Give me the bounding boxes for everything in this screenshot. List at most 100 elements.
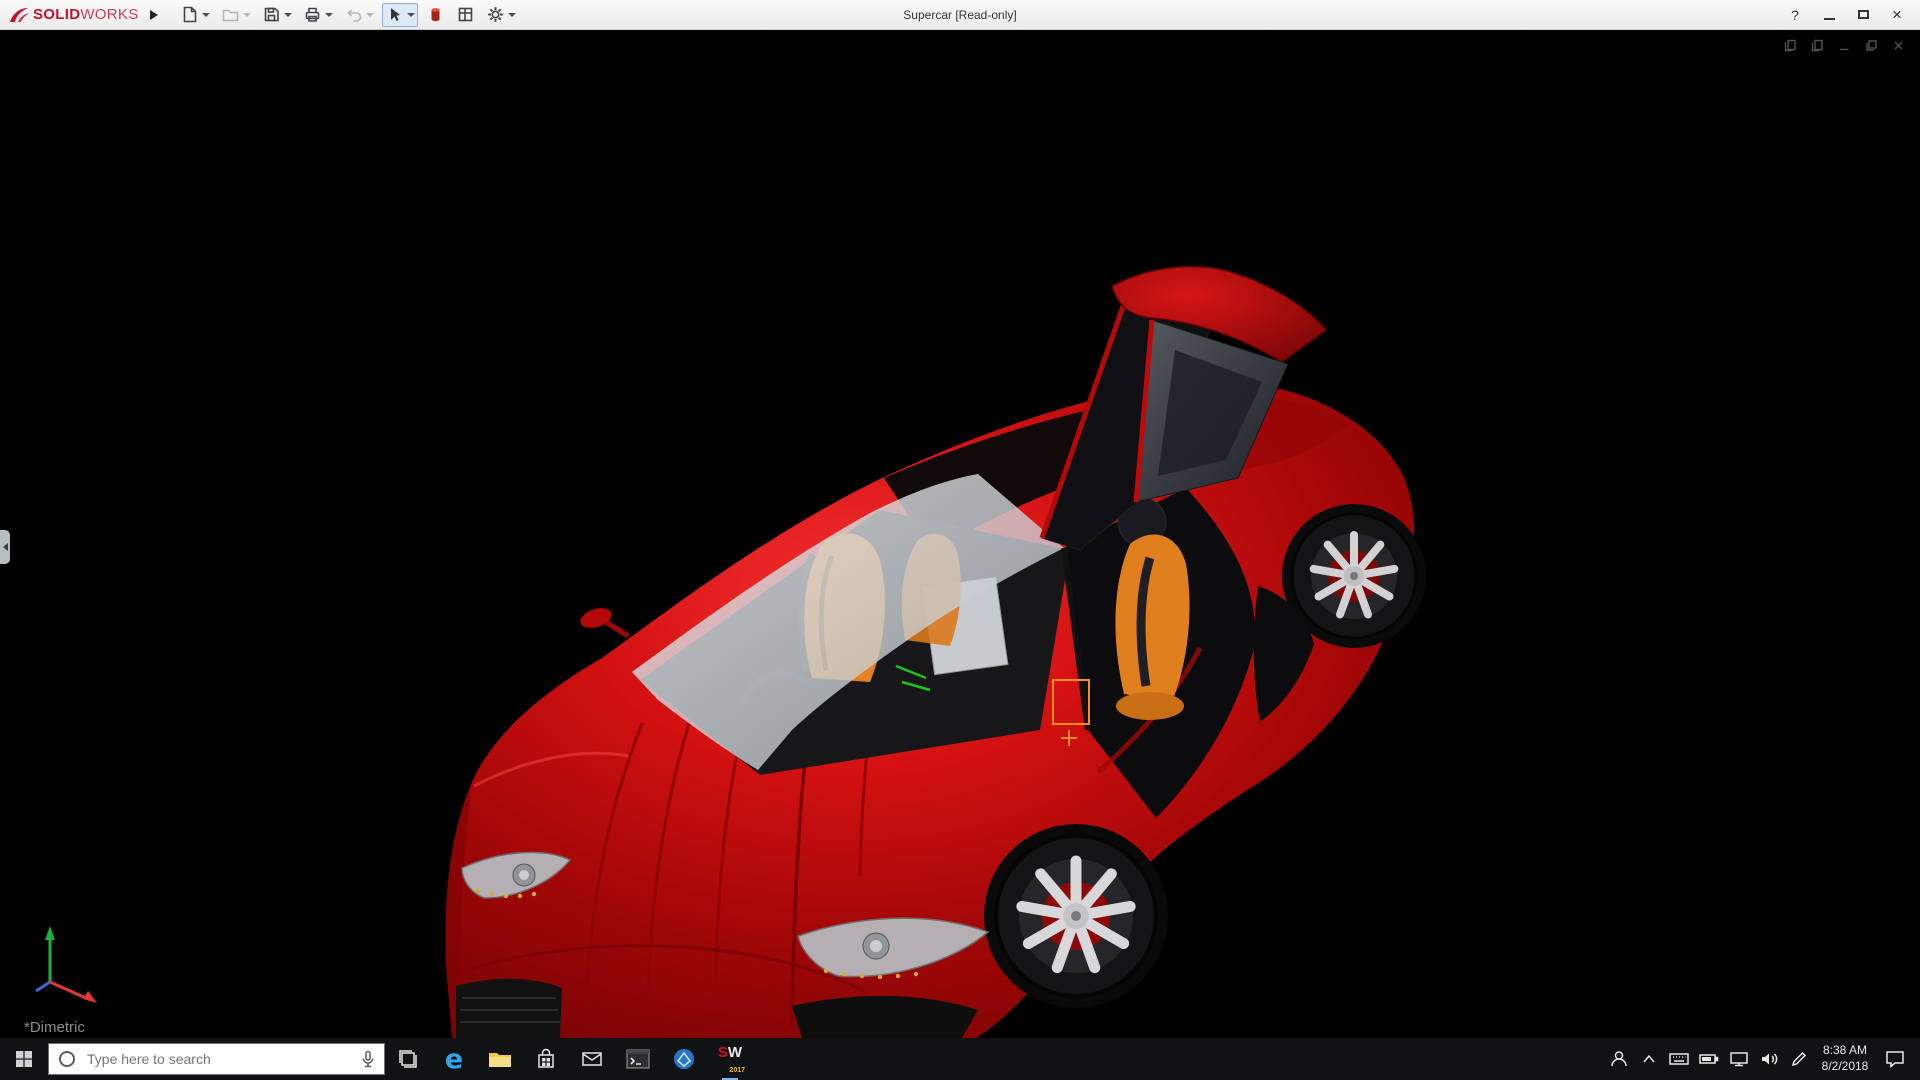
- dropdown-caret-icon: [407, 13, 415, 17]
- pen-button[interactable]: [1784, 1038, 1814, 1080]
- hidden-icons-button[interactable]: [1634, 1038, 1664, 1080]
- store-button[interactable]: [523, 1038, 569, 1080]
- edge-button[interactable]: e: [431, 1038, 477, 1080]
- print-icon: [303, 5, 322, 24]
- cortana-icon: [57, 1049, 77, 1069]
- logo-text-works: WORKS: [80, 6, 138, 23]
- store-icon: [536, 1048, 556, 1070]
- rear-wheel: [1292, 514, 1416, 638]
- battery-icon: [1699, 1052, 1719, 1066]
- console-button[interactable]: [615, 1038, 661, 1080]
- volume-button[interactable]: [1754, 1038, 1784, 1080]
- dropdown-caret-icon: [508, 13, 516, 17]
- design-binder-button[interactable]: [453, 3, 478, 27]
- mail-icon: [581, 1050, 603, 1068]
- new-window-button[interactable]: [1782, 37, 1798, 53]
- system-tray: 8:38 AM 8/2/2018: [1604, 1038, 1920, 1080]
- save-icon: [262, 5, 281, 24]
- view-orientation-label: *Dimetric: [24, 1019, 85, 1036]
- print-button[interactable]: [300, 3, 336, 27]
- action-center-button[interactable]: [1876, 1038, 1914, 1080]
- close-icon: [1891, 38, 1906, 53]
- battery-button[interactable]: [1694, 1038, 1724, 1080]
- close-button[interactable]: ×: [1882, 3, 1912, 27]
- menu-expand-arrow[interactable]: [145, 4, 163, 26]
- featuremanager-collapsed-tab[interactable]: [0, 530, 10, 564]
- dropdown-caret-icon: [325, 13, 333, 17]
- dropdown-caret-icon: [243, 13, 251, 17]
- taskbar-search[interactable]: [48, 1043, 385, 1075]
- task-view-button[interactable]: [385, 1038, 431, 1080]
- maximize-icon: [1858, 10, 1869, 19]
- document-window-controls: [1782, 37, 1906, 53]
- start-button[interactable]: [0, 1038, 48, 1080]
- clock-date: 8/2/2018: [1816, 1059, 1874, 1075]
- action-center-icon: [1885, 1050, 1905, 1068]
- cascade-button[interactable]: [1809, 37, 1825, 53]
- edrawings-button[interactable]: [661, 1038, 707, 1080]
- windows-logo-icon: [15, 1050, 33, 1068]
- front-wheel: [996, 836, 1156, 996]
- restore-document-button[interactable]: [1863, 37, 1879, 53]
- cascade-icon: [1810, 38, 1825, 53]
- taskbar: e SW 2017: [0, 1038, 1920, 1080]
- select-cursor-icon: [385, 5, 404, 24]
- dropdown-caret-icon: [284, 13, 292, 17]
- maximize-button[interactable]: [1848, 3, 1878, 27]
- network-button[interactable]: [1724, 1038, 1754, 1080]
- solidworks-taskbar-button[interactable]: SW 2017: [707, 1038, 753, 1080]
- solidworks-app-icon: SW 2017: [715, 1044, 745, 1074]
- task-view-icon: [397, 1048, 419, 1070]
- chevron-up-icon: [1641, 1051, 1657, 1067]
- appearance-cylinder-icon: [426, 5, 445, 24]
- appearance-button[interactable]: [423, 3, 448, 27]
- people-button[interactable]: [1604, 1038, 1634, 1080]
- orientation-triad-icon: [36, 926, 97, 1003]
- restore-icon: [1864, 38, 1879, 53]
- dropdown-caret-icon: [202, 13, 210, 17]
- clock-time: 8:38 AM: [1816, 1043, 1874, 1059]
- open-folder-icon: [221, 5, 240, 24]
- minimize-icon: [1837, 38, 1852, 53]
- graphics-viewport[interactable]: *Dimetric: [0, 30, 1920, 1038]
- minimize-document-button[interactable]: [1836, 37, 1852, 53]
- search-input[interactable]: [85, 1050, 352, 1068]
- logo-text-solid: SOLID: [33, 6, 80, 23]
- save-button[interactable]: [259, 3, 295, 27]
- quick-toolbar: [177, 3, 519, 27]
- mail-button[interactable]: [569, 1038, 615, 1080]
- open-button[interactable]: [218, 3, 254, 27]
- close-document-button[interactable]: [1890, 37, 1906, 53]
- speaker-icon: [1759, 1051, 1779, 1067]
- file-explorer-icon: [488, 1049, 512, 1069]
- select-tool-button[interactable]: [382, 3, 418, 27]
- pen-icon: [1790, 1050, 1808, 1068]
- dropdown-caret-icon: [366, 13, 374, 17]
- options-button[interactable]: [483, 3, 519, 27]
- undo-icon: [344, 5, 363, 24]
- grid-report-icon: [456, 5, 475, 24]
- console-icon: [626, 1049, 650, 1069]
- keyboard-icon: [1669, 1051, 1689, 1067]
- close-icon: ×: [1892, 6, 1902, 23]
- car-model-render: [0, 30, 1920, 1038]
- edrawings-icon: [672, 1047, 696, 1071]
- play-icon: [150, 10, 158, 20]
- solidworks-logo-mark: [8, 6, 30, 24]
- taskbar-clock[interactable]: 8:38 AM 8/2/2018: [1814, 1043, 1876, 1074]
- minimize-button[interactable]: [1814, 3, 1844, 27]
- undo-button[interactable]: [341, 3, 377, 27]
- edge-icon: e: [445, 1044, 463, 1075]
- new-window-icon: [1783, 38, 1798, 53]
- side-mirror: [578, 604, 628, 636]
- new-document-button[interactable]: [177, 3, 213, 27]
- microphone-icon[interactable]: [360, 1050, 376, 1068]
- file-explorer-button[interactable]: [477, 1038, 523, 1080]
- touch-keyboard-button[interactable]: [1664, 1038, 1694, 1080]
- network-icon: [1729, 1051, 1749, 1067]
- help-button[interactable]: ?: [1780, 3, 1810, 27]
- new-document-icon: [180, 5, 199, 24]
- minimize-icon: [1824, 18, 1835, 20]
- people-icon: [1609, 1049, 1629, 1069]
- titlebar: SOLIDWORKS: [0, 0, 1920, 30]
